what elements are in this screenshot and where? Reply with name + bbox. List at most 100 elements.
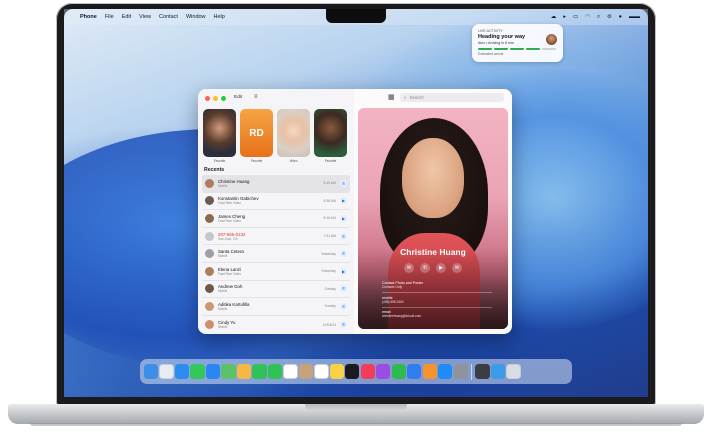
wifi-icon[interactable]: ◠: [585, 14, 590, 20]
window-controls: [205, 96, 226, 101]
phone-icon[interactable]: ✆: [340, 321, 347, 329]
clock-text[interactable]: ▬▬: [629, 14, 640, 20]
filter-icon[interactable]: ≡: [254, 94, 258, 100]
list-item[interactable]: 267-555-0132 San Jose, CA 7:51 AM ✆: [202, 228, 350, 246]
dock-separator: [471, 363, 473, 380]
video-icon[interactable]: ▶: [340, 214, 347, 222]
mail-icon[interactable]: [205, 364, 221, 379]
progress-segments: [478, 48, 557, 50]
search-icon[interactable]: ⌕: [597, 14, 600, 21]
video-icon[interactable]: ▶: [340, 197, 347, 205]
list-item[interactable]: Cindy Yu Mobile 10/04/24 ✆: [202, 316, 350, 334]
call-icon[interactable]: ✆: [420, 263, 430, 273]
grid-view-icon[interactable]: ▦: [388, 93, 395, 101]
launchpad-icon[interactable]: [159, 364, 174, 379]
maps-icon[interactable]: [221, 364, 236, 379]
podcasts-icon[interactable]: [376, 364, 391, 379]
video-icon[interactable]: ▶: [436, 263, 446, 273]
messages-icon[interactable]: [190, 364, 205, 379]
call-time: Yesterday: [321, 269, 336, 274]
favorite-photo: [203, 109, 236, 157]
tv-icon[interactable]: [345, 364, 360, 379]
favorites-row: Favorite RD Favorite Video Favorite: [203, 109, 347, 163]
mail-icon[interactable]: ✉: [452, 263, 462, 273]
menu-view[interactable]: View: [139, 14, 151, 20]
zoom-window-button[interactable]: [221, 96, 226, 101]
phone-icon[interactable]: ✆: [340, 179, 347, 187]
email-value[interactable]: christinehuang@icloud.com: [382, 314, 492, 318]
notification-eta: Estimated arrival: [478, 51, 504, 56]
favorite-item[interactable]: Favorite: [203, 109, 236, 163]
favorite-item[interactable]: RD Favorite: [240, 109, 273, 163]
iphone-mirroring-icon[interactable]: [475, 364, 490, 379]
call-time: 8:16 AM: [323, 216, 336, 221]
phone-icon[interactable]: [267, 364, 283, 379]
siri-icon[interactable]: ●: [619, 14, 622, 20]
menu-edit[interactable]: Edit: [122, 14, 131, 20]
calendar-icon[interactable]: [283, 364, 298, 379]
numbers-icon[interactable]: [391, 364, 406, 379]
trash-icon[interactable]: [506, 364, 521, 379]
avatar: [205, 196, 214, 206]
close-window-button[interactable]: [205, 96, 210, 101]
list-item[interactable]: Elena Lanzi FaceTime Video Yesterday ▶: [202, 263, 350, 281]
list-item[interactable]: Aditika Kartufilla Mobile Sunday ✆: [202, 298, 350, 316]
minimize-window-button[interactable]: [213, 96, 218, 101]
pages-icon[interactable]: [422, 364, 437, 379]
facetime-icon[interactable]: [252, 364, 267, 379]
menu-help[interactable]: Help: [214, 14, 225, 20]
video-icon[interactable]: ▶: [340, 267, 347, 275]
phone-icon[interactable]: ✆: [340, 232, 347, 240]
avatar: [205, 178, 214, 188]
call-time: 8:49 AM: [323, 181, 336, 186]
poster-sub: Contacts Only: [382, 285, 403, 289]
music-icon[interactable]: [360, 364, 375, 379]
search-input[interactable]: ⌕ Search: [400, 93, 504, 102]
recents-heading: Recents: [204, 167, 225, 173]
sidebar: Edit ≡ Favorite RD Favorite Video Favori…: [198, 89, 354, 334]
menu-window[interactable]: Window: [186, 14, 206, 20]
contacts-icon[interactable]: [298, 364, 314, 379]
call-time: Yesterday: [321, 251, 336, 256]
menu-app-name[interactable]: Phone: [80, 14, 97, 20]
menu-extras: ☁ ▸ ▭ ◠ ⌕ ⊜ ● ▬▬: [551, 14, 640, 21]
control-center-icon[interactable]: ⊜: [607, 14, 612, 20]
app-store-icon[interactable]: [438, 364, 453, 379]
system-settings-icon[interactable]: [453, 364, 468, 379]
menu-file[interactable]: File: [105, 14, 114, 20]
finder-icon[interactable]: [144, 364, 159, 379]
safari-icon[interactable]: [174, 364, 190, 379]
battery-icon[interactable]: ▭: [573, 14, 578, 20]
mobile-value[interactable]: (408) 555-0162: [382, 300, 492, 304]
live-activity-notification[interactable]: Live Activity Heading your way Alex • Ar…: [472, 24, 563, 62]
list-item[interactable]: Santa Cetera Mobile Yesterday ✆: [202, 245, 350, 263]
list-item[interactable]: Konstantin Gabichev FaceTime Video 8:36 …: [202, 193, 350, 211]
contact-details: Contact Photo and Poster Contacts Only m…: [382, 281, 492, 321]
call-type: Mobile: [218, 306, 228, 311]
phone-icon[interactable]: ✆: [340, 285, 347, 293]
phone-app-window: Edit ≡ Favorite RD Favorite Video Favori…: [198, 89, 512, 334]
phone-icon[interactable]: ✆: [340, 302, 347, 310]
avatar: [205, 231, 214, 241]
avatar: [205, 320, 214, 330]
call-time: 8:36 AM: [323, 198, 336, 203]
list-item[interactable]: Andrew Goh Mobile Sunday ✆: [202, 281, 350, 299]
message-icon[interactable]: ✉: [404, 263, 414, 273]
play-icon[interactable]: ▸: [563, 14, 566, 20]
keynote-icon[interactable]: [407, 364, 422, 379]
favorite-item[interactable]: Video: [277, 109, 310, 163]
downloads-icon[interactable]: [490, 364, 506, 379]
favorite-item[interactable]: Favorite: [314, 109, 347, 163]
list-item[interactable]: Christine Huang Mobile 8:49 AM ✆: [202, 175, 350, 193]
notes-icon[interactable]: [329, 364, 344, 379]
reminders-icon[interactable]: [314, 364, 329, 379]
list-item[interactable]: James Cheng FaceTime Video 8:16 AM ▶: [202, 210, 350, 228]
photos-icon[interactable]: [236, 364, 252, 379]
menu-contact[interactable]: Contact: [159, 14, 178, 20]
cloud-icon[interactable]: ☁: [551, 14, 557, 20]
avatar: [205, 213, 214, 223]
avatar: [546, 34, 557, 45]
phone-icon[interactable]: ✆: [340, 250, 347, 258]
edit-button[interactable]: Edit: [234, 95, 242, 100]
favorite-label: Favorite: [213, 159, 226, 163]
